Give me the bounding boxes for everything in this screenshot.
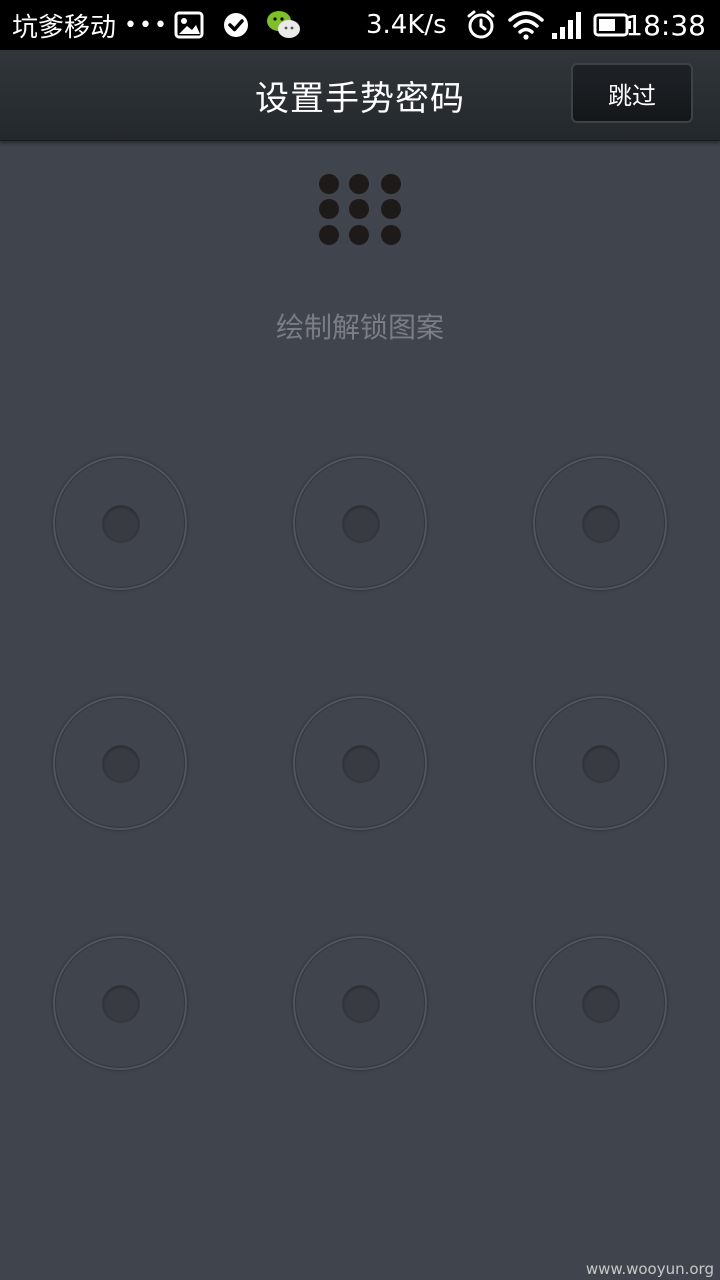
signal-icon: [552, 12, 581, 39]
preview-dot: [319, 199, 339, 219]
draw-pattern-hint: 绘制解锁图案: [275, 311, 444, 344]
pattern-preview: [318, 172, 402, 248]
gallery-icon: [174, 11, 204, 39]
watermark: www.wooyun.org: [585, 1260, 714, 1278]
preview-dot: [349, 225, 369, 245]
preview-dot: [319, 225, 339, 245]
check-icon: [224, 13, 248, 37]
pattern-node-4[interactable]: [53, 696, 187, 830]
pattern-node-center: [102, 745, 140, 783]
status-bar: 坑爹移动 ••• 3.4K/s 18:38: [0, 0, 720, 50]
wechat-icon: [267, 11, 300, 38]
alarm-icon: [467, 10, 495, 39]
more-notifications-indicator: •••: [124, 12, 169, 38]
pattern-node-9[interactable]: [533, 936, 667, 1070]
pattern-node-center: [342, 505, 380, 543]
carrier-name: 坑爹移动: [12, 12, 117, 43]
preview-dot: [381, 174, 401, 194]
pattern-node-8[interactable]: [293, 936, 427, 1070]
pattern-node-2[interactable]: [293, 456, 427, 590]
pattern-node-center: [102, 505, 140, 543]
pattern-node-center: [342, 985, 380, 1023]
pattern-node-3[interactable]: [533, 456, 667, 590]
skip-button[interactable]: 跳过: [571, 63, 693, 123]
wifi-icon: [508, 11, 544, 40]
pattern-node-1[interactable]: [53, 456, 187, 590]
pattern-node-center: [342, 745, 380, 783]
pattern-node-center: [582, 985, 620, 1023]
preview-dot: [349, 174, 369, 194]
pattern-node-5[interactable]: [293, 696, 427, 830]
pattern-node-center: [102, 985, 140, 1023]
network-speed: 3.4K/s: [366, 10, 447, 40]
clock: 18:38: [625, 8, 706, 42]
preview-dot: [381, 199, 401, 219]
pattern-node-6[interactable]: [533, 696, 667, 830]
pattern-node-7[interactable]: [53, 936, 187, 1070]
preview-dot: [381, 225, 401, 245]
pattern-node-center: [582, 745, 620, 783]
pattern-node-center: [582, 505, 620, 543]
preview-dot: [319, 174, 339, 194]
preview-dot: [349, 199, 369, 219]
